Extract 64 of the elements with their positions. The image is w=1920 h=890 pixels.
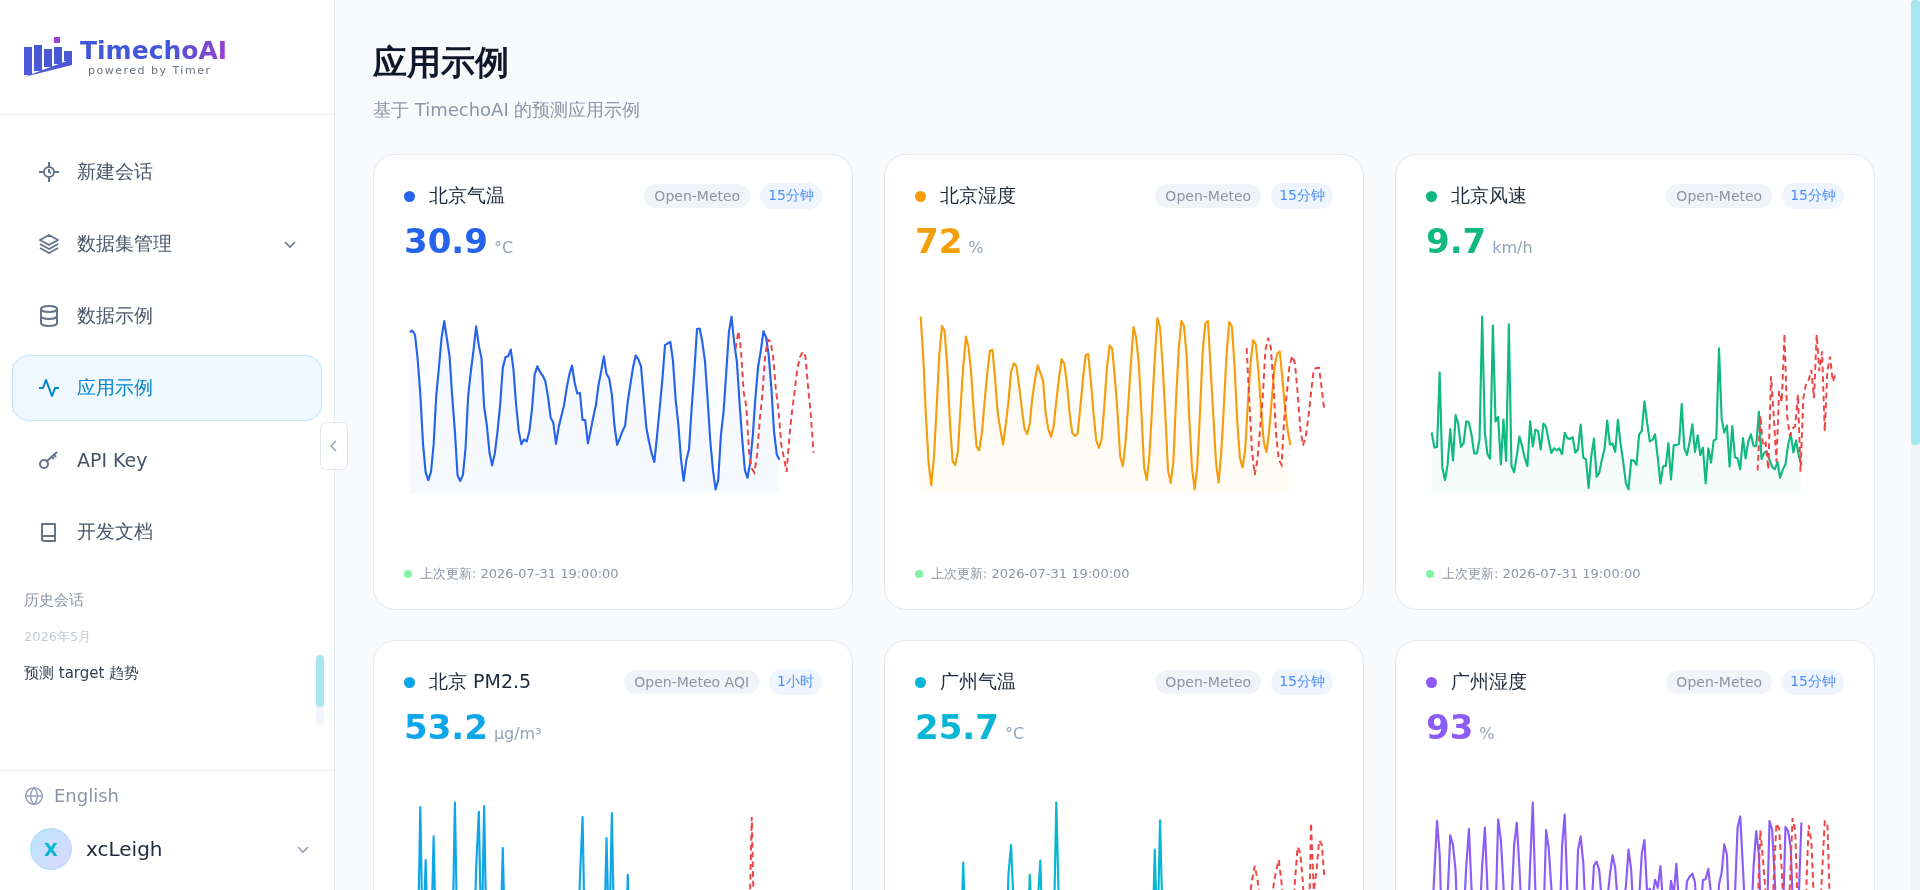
source-tag: Open-Meteo (1666, 184, 1773, 208)
interval-tag: 15分钟 (1271, 669, 1333, 695)
logo-icon (24, 37, 74, 77)
user-name: xcLeigh (86, 837, 164, 861)
nav-item[interactable]: 新建会话 (12, 139, 322, 205)
last-updated: 上次更新: 2026-07-31 19:00:00 (420, 565, 619, 583)
scrollbar[interactable] (1911, 0, 1920, 890)
metric-card[interactable]: 广州湿度 Open-Meteo 15分钟 93 % (1395, 640, 1875, 890)
nav-item[interactable]: 数据集管理 (12, 211, 322, 277)
last-updated: 上次更新: 2026-07-31 19:00:00 (931, 565, 1130, 583)
status-dot (404, 570, 412, 578)
crosshair-icon (37, 160, 61, 184)
status-dot (1426, 570, 1434, 578)
interval-tag: 15分钟 (760, 183, 822, 209)
source-tag: Open-Meteo (1155, 670, 1262, 694)
nav-item[interactable]: API Key (12, 427, 322, 493)
source-tag: Open-Meteo (644, 184, 751, 208)
database-icon (37, 304, 61, 328)
interval-tag: 1小时 (769, 669, 822, 695)
metric-card[interactable]: 北京湿度 Open-Meteo 15分钟 72 % 上次更新: 2026-07-31 19:00:00 (884, 154, 1364, 610)
logo-tagline: powered by Timer (87, 64, 213, 78)
card-title: 北京风速 (1451, 183, 1528, 208)
nav-item[interactable]: 数据示例 (12, 283, 322, 349)
chevron-left-icon (329, 440, 339, 452)
metric-card[interactable]: 北京风速 Open-Meteo 15分钟 9.7 km/h 上次更新: 2026-07-31 19:00:00 (1395, 154, 1875, 610)
collapse-button[interactable] (320, 422, 348, 470)
status-dot (915, 570, 923, 578)
source-tag: Open-Meteo AQI (624, 670, 760, 694)
metric-unit: km/h (1492, 238, 1533, 257)
nav-item[interactable]: 开发文档 (12, 499, 322, 565)
metric-value: 72 (915, 221, 963, 261)
pulse-icon (37, 376, 61, 400)
metric-value: 93 (1426, 707, 1474, 747)
metric-unit: μg/m³ (493, 724, 542, 743)
interval-tag: 15分钟 (1782, 669, 1844, 695)
source-tag: Open-Meteo (1155, 184, 1262, 208)
metric-value: 9.7 (1426, 221, 1487, 261)
history-heading: 历史会话 (24, 591, 85, 610)
metric-card[interactable]: 广州气温 Open-Meteo 15分钟 25.7 °C (884, 640, 1364, 890)
card-title: 广州湿度 (1451, 669, 1528, 694)
history-item[interactable]: 预测 target 趋势 (24, 664, 310, 683)
card-title: 北京 PM2.5 (429, 669, 533, 694)
metric-card[interactable]: 北京 PM2.5 Open-Meteo AQI 1小时 53.2 μg/m³ (373, 640, 853, 890)
metric-value: 30.9 (404, 221, 488, 261)
card-title: 北京湿度 (940, 183, 1017, 208)
scrollbar[interactable] (316, 655, 324, 725)
metric-unit: °C (493, 238, 514, 257)
page-subtitle: 基于 TimechoAI 的预测应用示例 (373, 98, 642, 122)
metric-unit: % (1479, 724, 1495, 743)
globe-icon (24, 785, 44, 806)
card-title: 北京气温 (429, 183, 506, 208)
metric-value: 53.2 (404, 707, 488, 747)
metric-unit: % (968, 238, 984, 257)
interval-tag: 15分钟 (1271, 183, 1333, 209)
metric-unit: °C (1004, 724, 1025, 743)
page-title: 应用示例 (373, 41, 510, 84)
nav-item[interactable]: 应用示例 (12, 355, 322, 421)
last-updated: 上次更新: 2026-07-31 19:00:00 (1442, 565, 1641, 583)
source-tag: Open-Meteo (1666, 670, 1773, 694)
layers-icon (37, 232, 61, 256)
metric-card[interactable]: 北京气温 Open-Meteo 15分钟 30.9 °C 上次更新: 2026-07-31 19:00:00 (373, 154, 853, 610)
interval-tag: 15分钟 (1782, 183, 1844, 209)
metric-value: 25.7 (915, 707, 999, 747)
card-title: 广州气温 (940, 669, 1017, 694)
